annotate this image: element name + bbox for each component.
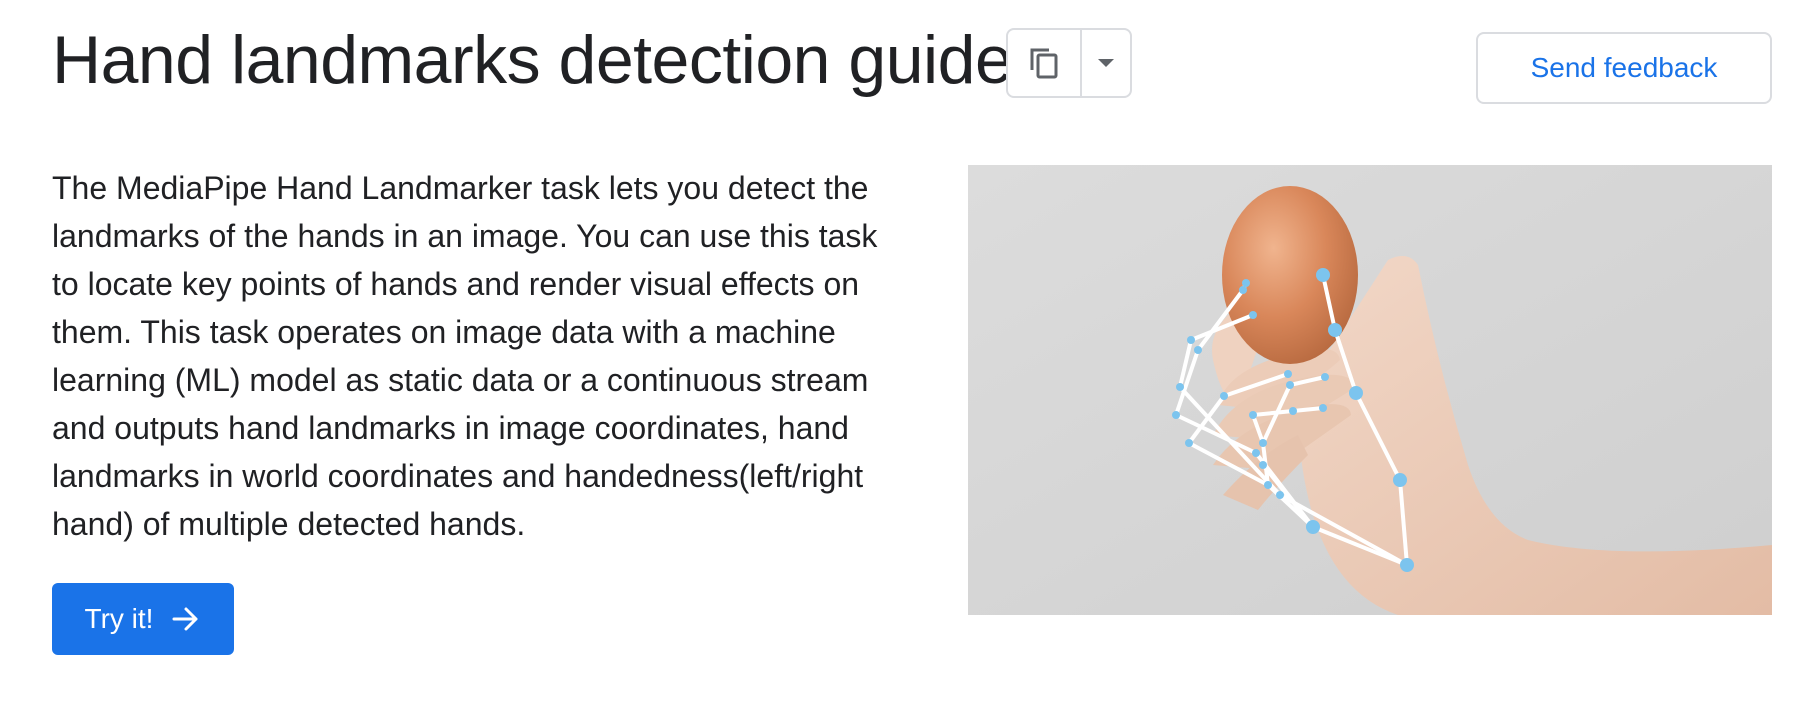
hand-landmarks-illustration	[968, 165, 1772, 615]
copy-icon	[1030, 48, 1058, 79]
arrow-right-icon	[172, 607, 198, 631]
try-it-button[interactable]: Try it!	[52, 583, 234, 655]
copy-dropdown-button[interactable]	[1082, 30, 1130, 96]
hand-egg-image	[968, 165, 1772, 615]
copy-button-group	[1006, 28, 1132, 98]
try-it-label: Try it!	[84, 603, 154, 634]
intro-paragraph: The MediaPipe Hand Landmarker task lets …	[52, 170, 878, 542]
send-feedback-button[interactable]: Send feedback	[1476, 32, 1772, 104]
page-title: Hand landmarks detection guide	[52, 22, 1013, 98]
caret-down-icon	[1098, 59, 1114, 67]
copy-button[interactable]	[1008, 30, 1082, 96]
